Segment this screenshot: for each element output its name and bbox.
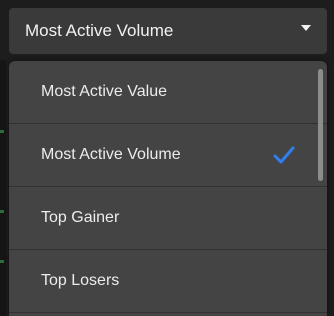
checkmark-icon — [273, 146, 295, 164]
edge-tick — [0, 130, 4, 133]
screen: Most Active Volume Most Active Value Mos… — [0, 0, 334, 316]
menu-item-top-gainer[interactable]: Top Gainer — [9, 187, 327, 250]
menu-item-label: Top Gainer — [41, 209, 120, 226]
dropdown-menu: Most Active Value Most Active Volume Top… — [9, 61, 327, 316]
menu-item-most-active-value[interactable]: Most Active Value — [9, 61, 327, 124]
menu-item-label: Most Active Value — [41, 83, 167, 100]
sort-dropdown[interactable]: Most Active Volume — [9, 8, 327, 54]
background-edge — [0, 60, 6, 316]
scrollbar-thumb[interactable] — [318, 69, 323, 181]
edge-tick — [0, 260, 4, 263]
dropdown-selected-value: Most Active Volume — [25, 21, 174, 40]
edge-tick — [0, 210, 4, 213]
menu-item-most-active-volume[interactable]: Most Active Volume — [9, 124, 327, 187]
menu-item-top-losers[interactable]: Top Losers — [9, 250, 327, 313]
menu-item-label: Top Losers — [41, 272, 120, 289]
caret-down-icon — [301, 25, 311, 31]
menu-item-label: Most Active Volume — [41, 146, 181, 163]
